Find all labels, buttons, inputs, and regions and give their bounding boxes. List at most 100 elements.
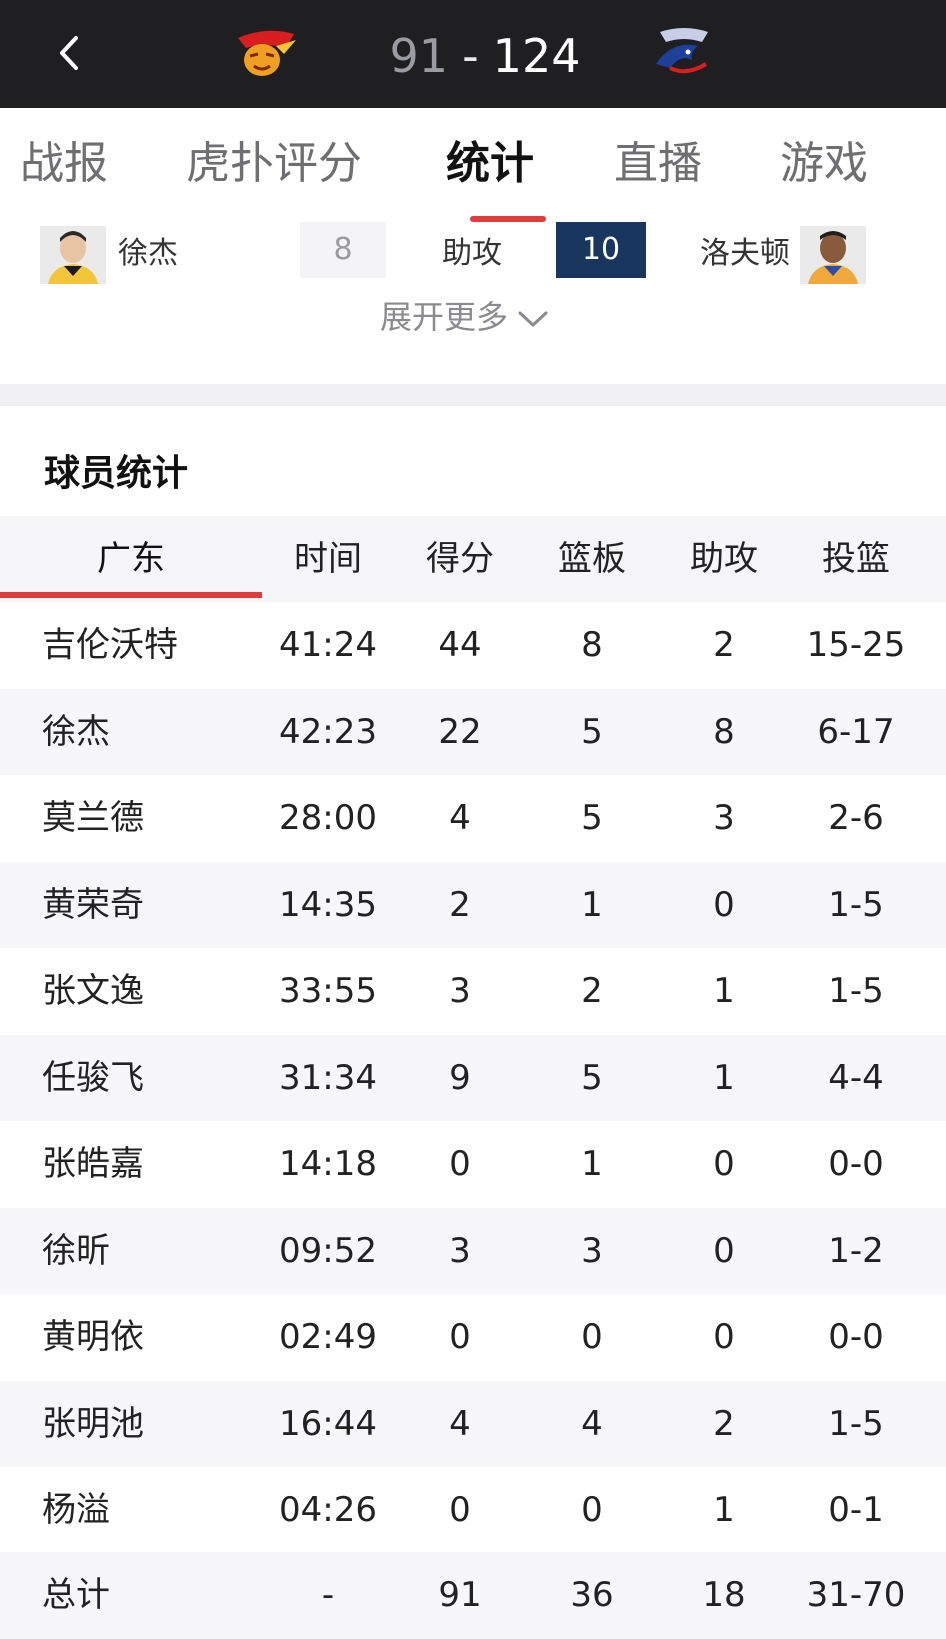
cell-rebounds: 5 <box>581 798 603 838</box>
cell-assists: 2 <box>713 625 735 665</box>
table-row[interactable]: 莫兰德 28:00 4 5 3 2-6 <box>0 775 946 862</box>
cell-points: 4 <box>449 798 471 838</box>
away-player-avatar <box>800 226 866 284</box>
cell-time: 09:52 <box>279 1230 377 1271</box>
cell-rebounds: 4 <box>581 1403 603 1444</box>
cell-shooting: 6-17 <box>817 711 895 752</box>
away-leader-value: 10 <box>556 222 646 278</box>
cell-points: 0 <box>449 1144 471 1184</box>
cell-assists: 3 <box>713 798 735 838</box>
cell-rebounds: 5 <box>581 711 603 752</box>
home-score: 91 <box>389 29 449 83</box>
guangdong-tigers-logo-icon[interactable] <box>232 24 300 82</box>
cell-assists: 0 <box>713 1317 735 1357</box>
cell-time: 04:26 <box>279 1490 377 1530</box>
cell-shooting: 0-0 <box>828 1317 884 1357</box>
away-leader-name: 洛夫顿 <box>700 236 790 271</box>
column-header-rebounds: 篮板 <box>558 539 626 579</box>
tab-report[interactable]: 战报 <box>20 136 108 192</box>
player-name: 张文逸 <box>42 971 144 1011</box>
tab-rating[interactable]: 虎扑评分 <box>186 136 362 192</box>
cell-time: 02:49 <box>279 1317 377 1357</box>
table-row[interactable]: 任骏飞 31:34 9 5 1 4-4 <box>0 1034 946 1121</box>
cell-assists: 1 <box>713 1057 735 1098</box>
team-tab-indicator <box>0 592 262 598</box>
team-tab-guangdong[interactable]: 广东 <box>0 516 262 602</box>
chevron-down-icon <box>518 311 548 327</box>
column-header-assists: 助攻 <box>690 539 758 579</box>
leader-comparison-row[interactable]: 徐杰 8 助攻 10 洛夫顿 <box>0 222 946 284</box>
column-header-time: 时间 <box>294 539 362 579</box>
cell-assists: 2 <box>713 1403 735 1444</box>
cell-points: 9 <box>449 1057 471 1098</box>
table-row[interactable]: 吉伦沃特 41:24 44 8 2 15-25 <box>0 602 946 689</box>
player-name: 黄明依 <box>42 1317 144 1357</box>
cell-rebounds: 1 <box>581 1144 603 1184</box>
cell-time: 14:35 <box>279 884 377 925</box>
cell-shooting: 1-5 <box>828 1403 884 1444</box>
cell-rebounds: 3 <box>581 1230 603 1271</box>
column-header-shooting: 投篮 <box>822 539 890 579</box>
cell-shooting: 2-6 <box>828 798 884 838</box>
cell-points: 91 <box>438 1575 482 1615</box>
player-name: 吉伦沃特 <box>42 625 178 665</box>
player-name: 张皓嘉 <box>42 1144 144 1184</box>
cell-shooting: 1-5 <box>828 971 884 1011</box>
cell-rebounds: 1 <box>581 884 603 925</box>
back-icon[interactable] <box>48 30 94 76</box>
cell-rebounds: 2 <box>581 971 603 1011</box>
table-row[interactable]: 张文逸 33:55 3 2 1 1-5 <box>0 948 946 1035</box>
table-row[interactable]: 黄荣奇 14:35 2 1 0 1-5 <box>0 861 946 948</box>
leader-stat-label: 助攻 <box>442 236 502 271</box>
cell-rebounds: 0 <box>581 1317 603 1357</box>
player-name: 任骏飞 <box>42 1057 144 1098</box>
player-name: 杨溢 <box>42 1490 110 1530</box>
player-name: 总计 <box>42 1575 110 1615</box>
cell-shooting: 31-70 <box>806 1575 906 1615</box>
cell-time: - <box>321 1575 335 1615</box>
cell-time: 31:34 <box>279 1057 377 1098</box>
home-leader-name: 徐杰 <box>118 236 178 271</box>
cell-shooting: 15-25 <box>806 625 906 665</box>
player-name: 张明池 <box>42 1403 144 1444</box>
stats-table-header: 广东 时间 得分 篮板 助攻 投篮 <box>0 516 946 602</box>
cell-shooting: 1-2 <box>828 1230 884 1271</box>
table-row[interactable]: 徐杰 42:23 22 5 8 6-17 <box>0 688 946 775</box>
cell-shooting: 4-4 <box>828 1057 884 1098</box>
cell-time: 16:44 <box>279 1403 377 1444</box>
table-row-total[interactable]: 总计 - 91 36 18 31-70 <box>0 1552 946 1639</box>
score-header: 91-124 <box>0 0 946 108</box>
cell-assists: 0 <box>713 1144 735 1184</box>
tab-live[interactable]: 直播 <box>614 136 702 192</box>
expand-more-button[interactable]: 展开更多 <box>380 296 550 338</box>
tab-stats[interactable]: 统计 <box>446 136 534 192</box>
cell-rebounds: 5 <box>581 1057 603 1098</box>
shanghai-sharks-logo-icon[interactable] <box>650 24 718 82</box>
cell-time: 41:24 <box>279 625 377 665</box>
cell-points: 3 <box>449 1230 471 1271</box>
cell-points: 0 <box>449 1317 471 1357</box>
tab-game[interactable]: 游戏 <box>780 136 868 192</box>
cell-points: 3 <box>449 971 471 1011</box>
table-row[interactable]: 杨溢 04:26 0 0 1 0-1 <box>0 1467 946 1554</box>
cell-points: 44 <box>438 625 482 665</box>
cell-time: 42:23 <box>279 711 377 752</box>
cell-assists: 1 <box>713 1490 735 1530</box>
section-divider <box>0 384 946 406</box>
player-name: 徐昕 <box>42 1230 110 1271</box>
cell-rebounds: 36 <box>570 1575 614 1615</box>
cell-rebounds: 8 <box>581 625 603 665</box>
table-row[interactable]: 黄明依 02:49 0 0 0 0-0 <box>0 1294 946 1381</box>
table-row[interactable]: 徐昕 09:52 3 3 0 1-2 <box>0 1207 946 1294</box>
score-separator: - <box>462 29 479 83</box>
home-leader-value: 8 <box>300 222 386 278</box>
cell-assists: 1 <box>713 971 735 1011</box>
section-title: 球员统计 <box>44 453 189 494</box>
cell-assists: 18 <box>702 1575 746 1615</box>
cell-points: 22 <box>438 711 482 752</box>
cell-points: 0 <box>449 1490 471 1530</box>
table-row[interactable]: 张明池 16:44 4 4 2 1-5 <box>0 1380 946 1467</box>
cell-time: 14:18 <box>279 1144 377 1184</box>
player-name: 黄荣奇 <box>42 884 144 925</box>
table-row[interactable]: 张皓嘉 14:18 0 1 0 0-0 <box>0 1121 946 1208</box>
